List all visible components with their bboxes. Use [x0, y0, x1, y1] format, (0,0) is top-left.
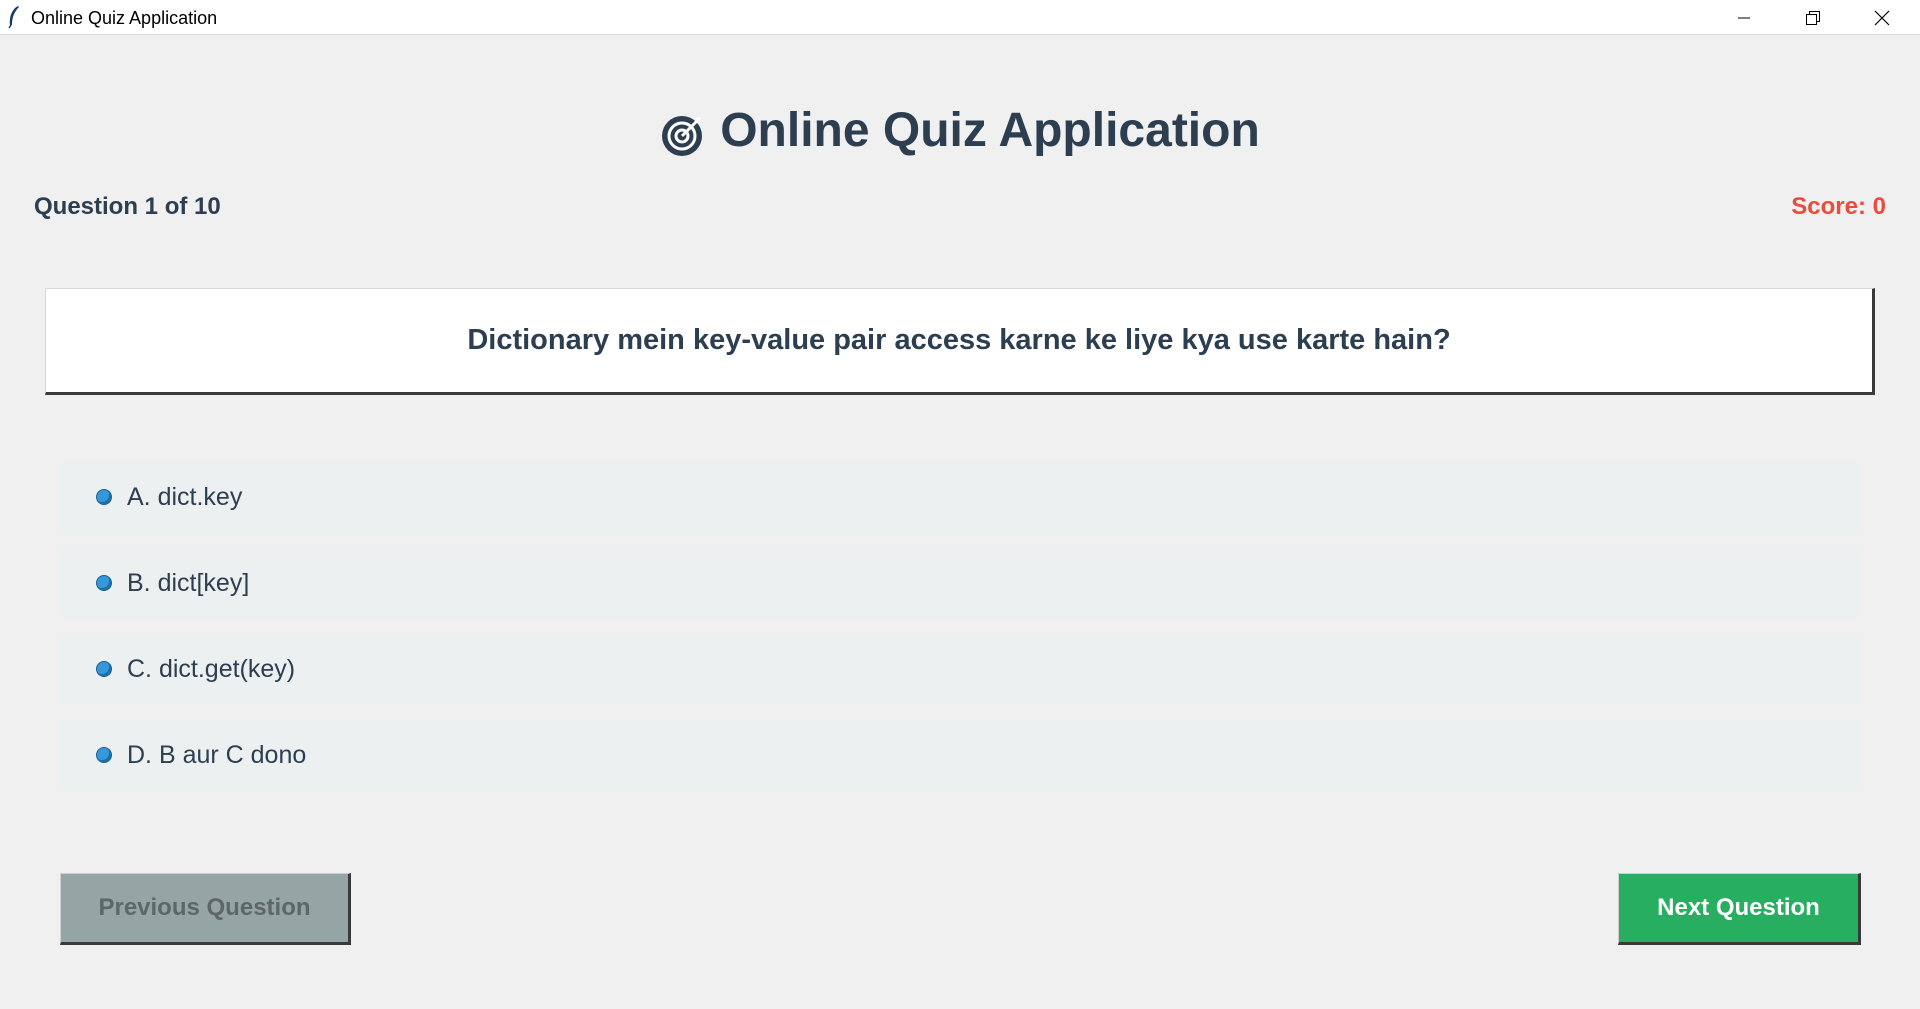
next-question-button[interactable]: Next Question: [1618, 873, 1861, 945]
page-title: Online Quiz Application: [720, 103, 1260, 157]
app-window: Online Quiz Application Online Quiz Appl…: [0, 0, 1920, 1009]
previous-question-button[interactable]: Previous Question: [60, 873, 351, 945]
header: Online Quiz Application: [0, 97, 1920, 163]
score-label: Score: 0: [1791, 193, 1886, 220]
restore-icon: [1805, 10, 1820, 25]
title-bar: Online Quiz Application: [0, 0, 1920, 35]
minimize-button[interactable]: [1709, 0, 1778, 35]
radio-button[interactable]: [96, 575, 112, 591]
option-c[interactable]: C. dict.get(key): [60, 634, 1860, 704]
window-title: Online Quiz Application: [31, 8, 218, 28]
option-label: B. dict[key]: [127, 568, 250, 597]
option-a[interactable]: A. dict.key: [60, 462, 1860, 532]
option-label: D. B aur C dono: [127, 740, 307, 769]
feather-icon: [8, 6, 19, 29]
option-d[interactable]: D. B aur C dono: [60, 720, 1860, 790]
target-icon: [662, 116, 703, 156]
option-b[interactable]: B. dict[key]: [60, 548, 1860, 618]
option-label: A. dict.key: [127, 482, 243, 511]
restore-button[interactable]: [1778, 0, 1847, 35]
radio-button[interactable]: [96, 747, 112, 763]
option-label: C. dict.get(key): [127, 654, 296, 683]
close-icon: [1874, 10, 1889, 25]
close-button[interactable]: [1847, 0, 1916, 35]
question-box: Dictionary mein key-value pair access ka…: [45, 288, 1875, 395]
minimize-icon: [1737, 17, 1750, 18]
radio-button[interactable]: [96, 489, 112, 505]
question-text: Dictionary mein key-value pair access ka…: [467, 324, 1451, 356]
question-counter: Question 1 of 10: [34, 193, 221, 220]
radio-button[interactable]: [96, 661, 112, 677]
